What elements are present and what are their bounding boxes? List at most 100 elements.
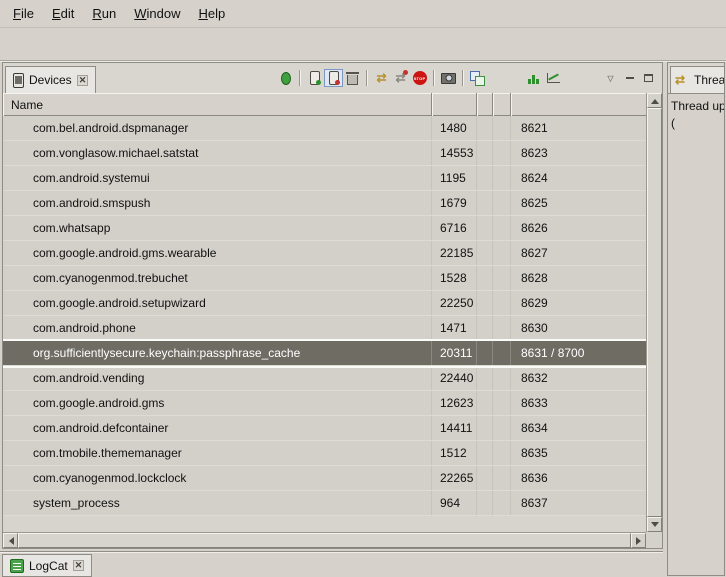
cause-gc-icon[interactable] [343,69,362,87]
threads-message: Thread up ( [668,94,724,136]
scroll-right-button[interactable] [631,533,646,548]
column-header-name[interactable]: Name [3,93,432,116]
process-col-extra2 [493,341,511,365]
process-port: 8632 [511,366,646,390]
start-network-stats-icon[interactable] [525,69,544,87]
device-process-row[interactable]: com.android.defcontainer 14411 8634 [3,416,646,441]
process-col-extra1 [477,491,493,515]
start-sysinfo-icon[interactable] [544,69,563,87]
scroll-down-button[interactable] [647,517,662,532]
stop-method-profiling-icon[interactable] [391,69,410,87]
process-port: 8633 [511,391,646,415]
debug-process-icon[interactable] [276,69,295,87]
process-name: system_process [3,491,432,515]
device-icon [13,73,24,88]
process-col-extra1 [477,266,493,290]
update-threads-icon[interactable] [372,69,391,87]
process-col-extra1 [477,116,493,140]
device-process-row[interactable]: com.android.smspush 1679 8625 [3,191,646,216]
scroll-left-button[interactable] [3,533,18,548]
menu-file[interactable]: File [4,2,43,25]
process-name: com.android.defcontainer [3,416,432,440]
process-port: 8631 / 8700 [511,341,646,365]
process-port: 8630 [511,316,646,340]
screen-capture-icon[interactable] [439,69,458,87]
scroll-up-button[interactable] [647,93,662,108]
column-header-extra1[interactable] [477,93,493,116]
tab-threads[interactable]: Threa [670,66,724,93]
process-pid: 14553 [432,141,477,165]
separator [462,70,464,86]
device-process-row[interactable]: com.google.android.gms.wearable 22185 86… [3,241,646,266]
device-process-row[interactable]: com.android.vending 22440 8632 [3,366,646,391]
process-name: com.tmobile.thememanager [3,441,432,465]
device-process-row[interactable]: com.tmobile.thememanager 1512 8635 [3,441,646,466]
horizontal-scroll-thumb[interactable] [18,533,631,548]
menu-edit[interactable]: Edit [43,2,83,25]
process-name: com.whatsapp [3,216,432,240]
menu-help[interactable]: Help [189,2,234,25]
process-name: com.cyanogenmod.lockclock [3,466,432,490]
device-process-row[interactable]: com.cyanogenmod.trebuchet 1528 8628 [3,266,646,291]
device-process-row[interactable]: com.android.systemui 1195 8624 [3,166,646,191]
process-col-extra1 [477,441,493,465]
menu-run[interactable]: Run [83,2,125,25]
process-port: 8627 [511,241,646,265]
column-header-port[interactable] [511,93,646,116]
device-process-row[interactable]: com.cyanogenmod.lockclock 22265 8636 [3,466,646,491]
maximize-icon[interactable] [639,69,658,87]
process-col-extra2 [493,366,511,390]
process-name: com.google.android.gms [3,391,432,415]
ddms-window: { "menu": { "items": ["File", "Edit", "R… [0,0,726,577]
process-col-extra2 [493,391,511,415]
process-col-extra1 [477,366,493,390]
process-col-extra2 [493,241,511,265]
process-port: 8629 [511,291,646,315]
device-process-row[interactable]: com.bel.android.dspmanager 1480 8621 [3,116,646,141]
process-name: com.bel.android.dspmanager [3,116,432,140]
logcat-icon [10,559,24,573]
process-pid: 964 [432,491,477,515]
device-process-row[interactable]: com.google.android.setupwizard 22250 862… [3,291,646,316]
device-process-row[interactable]: org.sufficientlysecure.keychain:passphra… [3,341,646,366]
process-col-extra2 [493,316,511,340]
column-header-extra2[interactable] [493,93,511,116]
device-process-row[interactable]: system_process 964 8637 [3,491,646,516]
process-col-extra1 [477,241,493,265]
menu-window[interactable]: Window [125,2,189,25]
tab-logcat-close-icon[interactable]: ✕ [73,560,85,571]
scrollbar-corner [646,532,662,548]
vertical-scrollbar[interactable] [646,93,662,532]
logcat-view-bar: LogCat ✕ [0,551,663,577]
view-menu-icon[interactable] [601,69,620,87]
tab-threads-label: Threa [694,73,724,87]
process-pid: 22440 [432,366,477,390]
dump-hprof-icon[interactable] [324,69,343,87]
process-name: com.google.android.setupwizard [3,291,432,315]
column-header-pid[interactable] [432,93,477,116]
separator [433,70,435,86]
horizontal-scrollbar[interactable] [3,532,646,548]
vertical-scroll-thumb[interactable] [647,108,662,517]
process-port: 8637 [511,491,646,515]
device-process-row[interactable]: com.vonglasow.michael.satstat 14553 8623 [3,141,646,166]
process-col-extra1 [477,291,493,315]
process-col-extra1 [477,141,493,165]
device-process-row[interactable]: com.google.android.gms 12623 8633 [3,391,646,416]
threads-view: Threa Thread up ( [667,62,725,576]
update-heap-icon[interactable] [305,69,324,87]
device-process-row[interactable]: com.android.phone 1471 8630 [3,316,646,341]
threads-view-header: Threa [668,63,724,94]
tab-logcat[interactable]: LogCat ✕ [2,554,92,577]
minimize-icon[interactable] [620,69,639,87]
process-col-extra1 [477,316,493,340]
process-pid: 12623 [432,391,477,415]
capture-ui-hierarchy-icon[interactable] [468,69,487,87]
process-name: com.cyanogenmod.trebuchet [3,266,432,290]
device-process-row[interactable]: com.whatsapp 6716 8626 [3,216,646,241]
stop-process-icon[interactable]: STOP [410,69,429,87]
tab-devices[interactable]: Devices ✕ [5,66,96,93]
process-port: 8626 [511,216,646,240]
tab-devices-close-icon[interactable]: ✕ [77,75,89,86]
tab-logcat-label: LogCat [29,559,68,573]
